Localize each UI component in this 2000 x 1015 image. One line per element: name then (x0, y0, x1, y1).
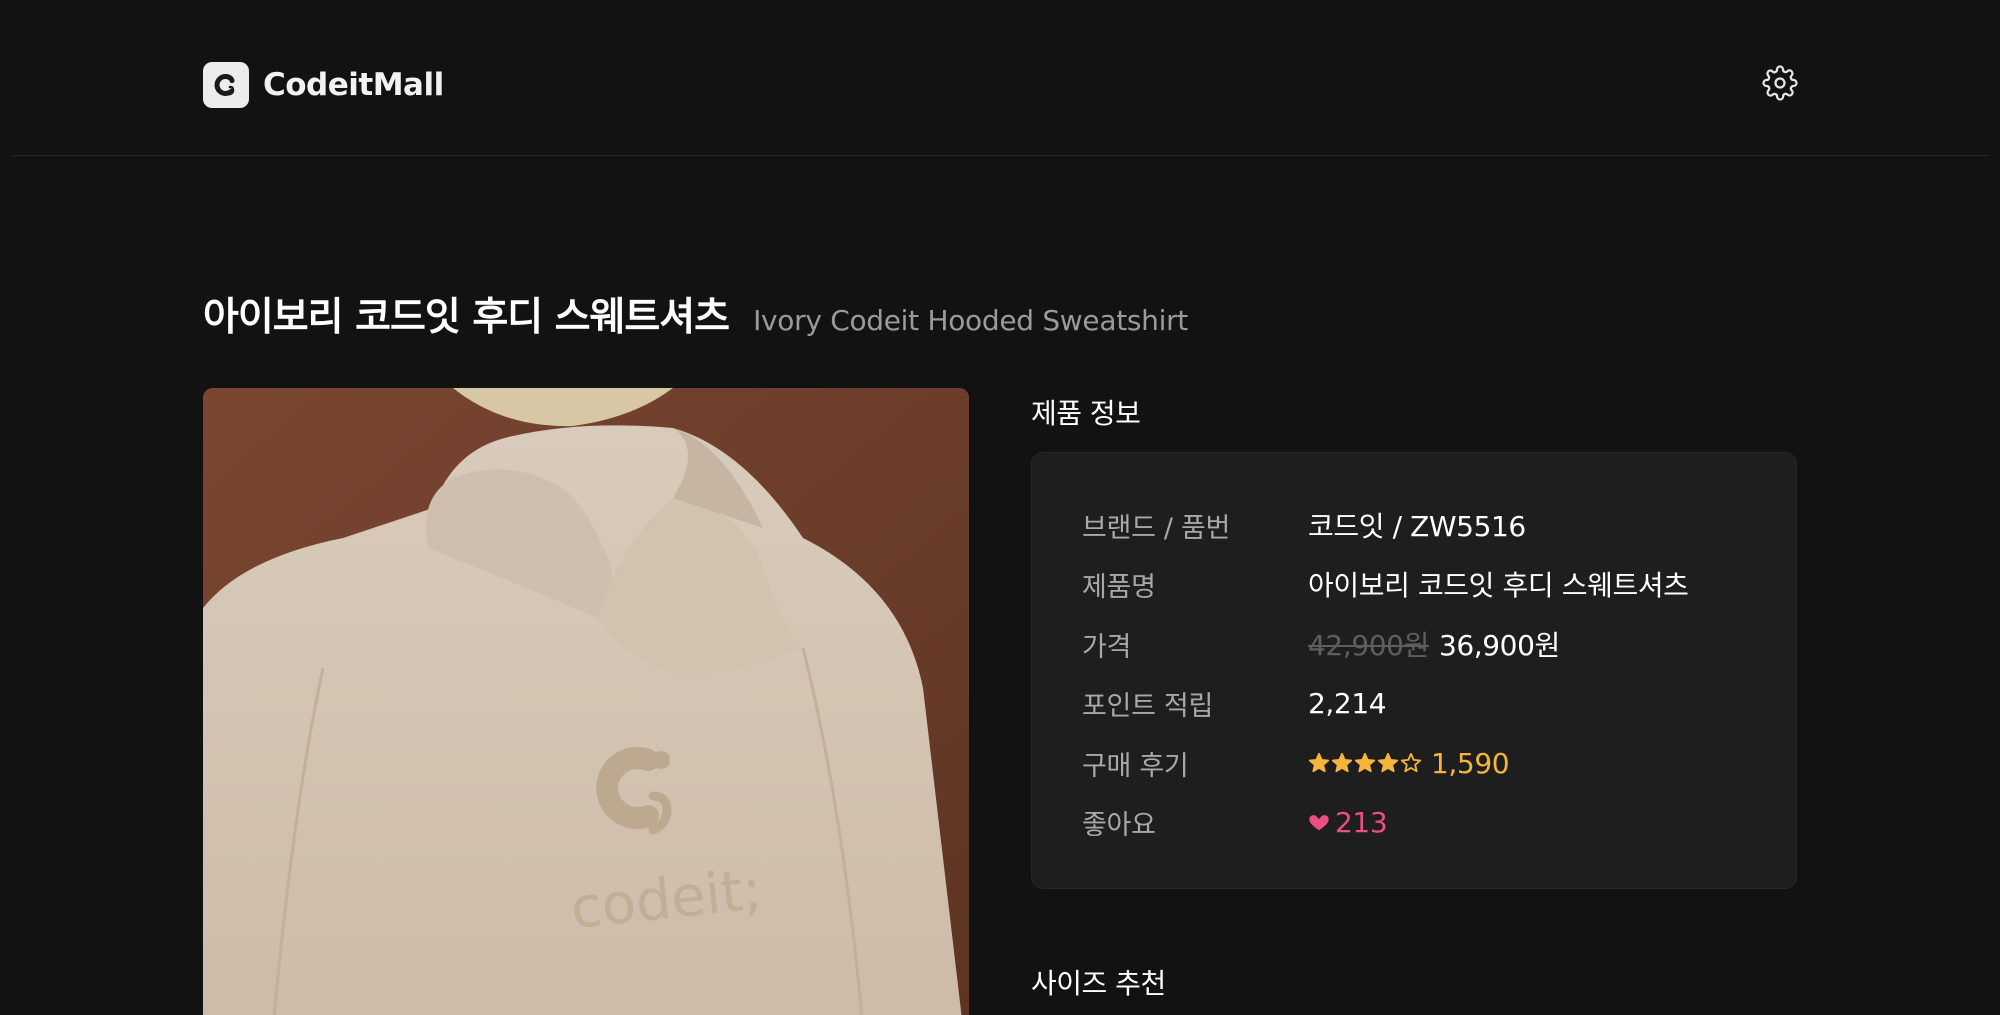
info-row-brand: 브랜드 / 품번 코드잇 / ZW5516 (1082, 505, 1526, 545)
info-label: 브랜드 / 품번 (1082, 512, 1231, 544)
info-row-name: 제품명 아이보리 코드잇 후디 스웨트셔츠 (1082, 564, 1689, 604)
info-label: 제품명 (1082, 571, 1156, 603)
original-price: 42,900원 (1308, 629, 1429, 662)
like-count: 213 (1335, 805, 1388, 839)
price-value: 42,900원 36,900원 (1308, 624, 1560, 664)
product-info-card: 브랜드 / 품번 코드잇 / ZW5516 제품명 아이보리 코드잇 후디 스웨… (1031, 452, 1797, 889)
brand-name: CodeitMall (263, 67, 444, 103)
info-row-reviews: 구매 후기 1,590 (1082, 743, 1510, 783)
heart-icon (1309, 815, 1329, 831)
star-filled-icon (1308, 752, 1330, 773)
star-filled-icon (1331, 752, 1353, 773)
info-row-likes: 좋아요 213 (1082, 802, 1388, 842)
info-label: 가격 (1082, 631, 1132, 663)
codeit-logo-icon (203, 62, 249, 108)
info-row-price: 가격 42,900원 36,900원 (1082, 624, 1560, 664)
review-count: 1,590 (1431, 746, 1510, 780)
info-label: 포인트 적립 (1082, 690, 1213, 722)
product-info-title: 제품 정보 (1031, 397, 1141, 430)
info-label: 구매 후기 (1082, 750, 1189, 782)
star-filled-icon (1377, 752, 1399, 773)
logo-link[interactable]: CodeitMall (203, 62, 444, 108)
size-recommend-title: 사이즈 추천 (1031, 967, 1166, 1000)
gear-icon[interactable] (1762, 65, 1798, 101)
rating-stars (1308, 752, 1423, 774)
info-value: 코드잇 / ZW5516 (1308, 510, 1526, 543)
star-filled-icon (1354, 752, 1376, 773)
info-value: 2,214 (1308, 686, 1387, 720)
header-divider (13, 155, 1988, 156)
likes-value[interactable]: 213 (1308, 805, 1388, 839)
info-label: 좋아요 (1082, 809, 1156, 841)
star-empty-icon (1400, 752, 1422, 773)
product-title-row: 아이보리 코드잇 후디 스웨트셔츠 Ivory Codeit Hooded Sw… (203, 286, 1188, 342)
product-title-ko: 아이보리 코드잇 후디 스웨트셔츠 (203, 295, 730, 340)
site-header: CodeitMall (0, 0, 2000, 156)
reviews-value[interactable]: 1,590 (1308, 746, 1510, 780)
info-value: 아이보리 코드잇 후디 스웨트셔츠 (1308, 569, 1689, 602)
info-row-points: 포인트 적립 2,214 (1082, 683, 1387, 723)
product-title-en: Ivory Codeit Hooded Sweatshirt (753, 304, 1188, 337)
product-image: codeit; (203, 388, 969, 1015)
sale-price: 36,900원 (1438, 629, 1560, 662)
